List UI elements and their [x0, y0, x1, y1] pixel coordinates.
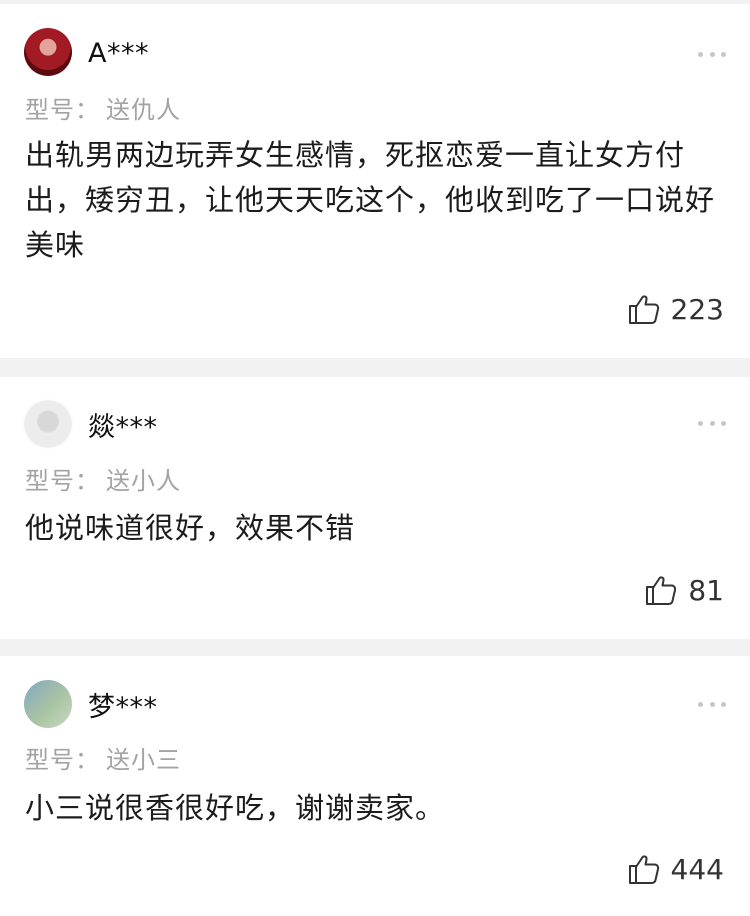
thumbs-up-icon — [628, 295, 659, 324]
like-button[interactable]: 444 — [627, 852, 724, 886]
like-count: 223 — [670, 292, 724, 326]
spec-label: 型号： — [25, 96, 100, 124]
like-button[interactable]: 223 — [627, 292, 724, 326]
more-options-icon[interactable] — [698, 419, 726, 427]
username[interactable]: A*** — [88, 38, 149, 69]
avatar[interactable] — [24, 680, 72, 728]
avatar[interactable] — [24, 28, 72, 76]
username[interactable]: 梦*** — [88, 685, 158, 724]
spec-value: 送小三 — [106, 746, 181, 774]
like-count: 444 — [670, 852, 724, 886]
spec-line: 型号： 送小人 — [25, 461, 181, 496]
review-card: 梦*** 型号： 送小三 小三说很香很好吃，谢谢卖家。 444 — [0, 656, 750, 916]
review-text: 小三说很香很好吃，谢谢卖家。 — [25, 791, 446, 825]
spec-value: 送仇人 — [106, 96, 181, 124]
avatar[interactable] — [24, 400, 72, 448]
spec-line: 型号： 送小三 — [25, 740, 181, 775]
spec-line: 型号： 送仇人 — [25, 90, 181, 125]
review-list: A*** 型号： 送仇人 出轨男两边玩弄女生感情，死抠恋爱一直让女方付出，矮穷丑，… — [0, 0, 750, 916]
username[interactable]: 燚*** — [88, 405, 158, 444]
thumbs-up-icon — [628, 855, 659, 884]
like-count: 81 — [688, 573, 724, 607]
spec-label: 型号： — [25, 746, 100, 774]
more-options-icon[interactable] — [698, 700, 726, 708]
review-text: 他说味道很好，效果不错 — [25, 511, 356, 545]
review-card: A*** 型号： 送仇人 出轨男两边玩弄女生感情，死抠恋爱一直让女方付出，矮穷丑，… — [0, 4, 750, 358]
thumbs-up-icon — [646, 576, 677, 605]
spec-label: 型号： — [25, 467, 100, 495]
more-options-icon[interactable] — [698, 50, 726, 58]
review-card: 燚*** 型号： 送小人 他说味道很好，效果不错 81 — [0, 377, 750, 639]
spec-value: 送小人 — [106, 467, 181, 495]
review-text: 出轨男两边玩弄女生感情，死抠恋爱一直让女方付出，矮穷丑，让他天天吃这个，他收到吃… — [25, 138, 716, 262]
like-button[interactable]: 81 — [644, 573, 724, 607]
